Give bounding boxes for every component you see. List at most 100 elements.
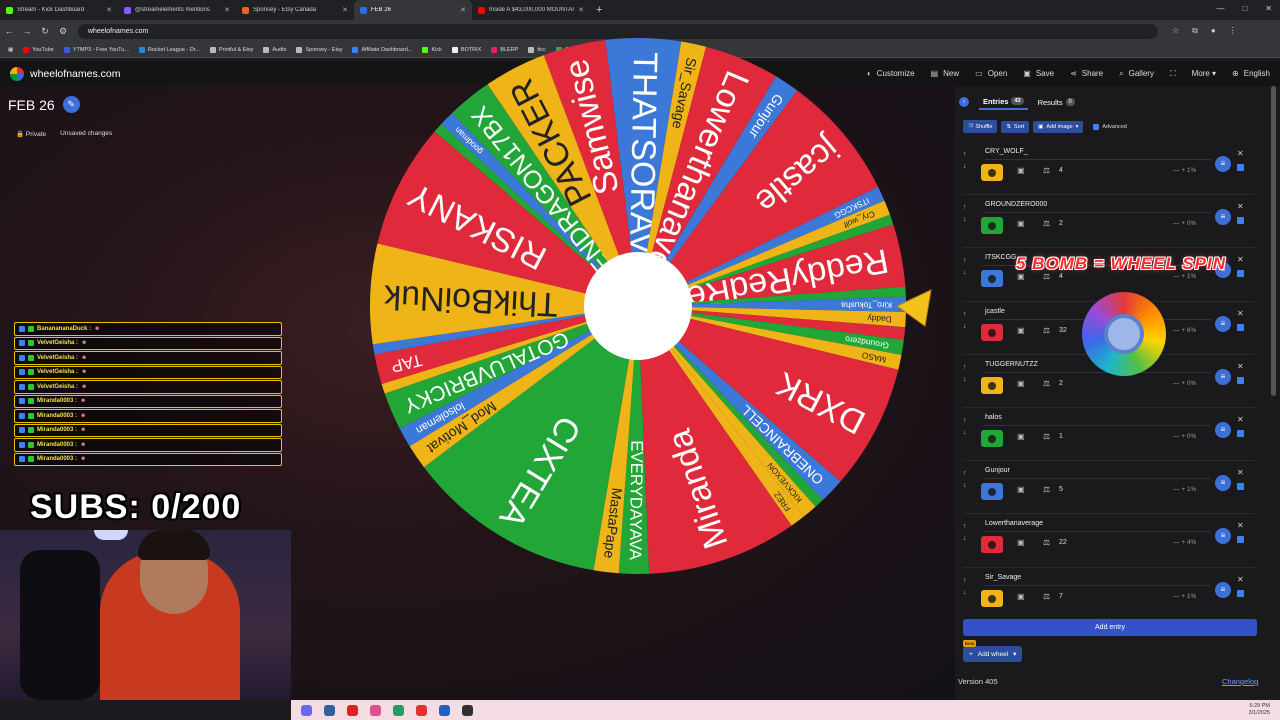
reorder-arrows-icon[interactable]: ↑ ↓: [963, 149, 967, 173]
entry-name-input[interactable]: CRY_WOLF_: [985, 148, 1211, 160]
shuffle-button[interactable]: ⤨ Shuffle: [963, 120, 998, 133]
forward-icon[interactable]: →: [18, 26, 36, 36]
advanced-toggle[interactable]: Advanced: [1093, 123, 1127, 130]
close-tab-icon[interactable]: ✕: [106, 6, 112, 14]
maximize-icon[interactable]: □: [1242, 4, 1247, 13]
edit-pencil-icon[interactable]: ✎: [62, 96, 80, 113]
delete-entry-icon[interactable]: ✕: [1237, 468, 1244, 477]
entry-weight[interactable]: 4: [1059, 273, 1063, 280]
bookmark-item[interactable]: YouTube: [23, 46, 54, 53]
taskbar-app-icon[interactable]: [324, 704, 335, 716]
entry-weight[interactable]: 32: [1059, 327, 1067, 334]
entry-name-input[interactable]: Sir_Savage: [985, 574, 1211, 586]
profile-icon[interactable]: ●: [1211, 26, 1216, 36]
tab-entries[interactable]: Entries 43: [979, 95, 1028, 110]
wheel-svg[interactable]: THATSORAVEN Sir_SavageLowerthanaverageGun…: [368, 36, 908, 576]
entry-name-input[interactable]: halos: [985, 414, 1211, 426]
entry-percent-stepper[interactable]: — + 1%: [1173, 593, 1196, 600]
entry-options-icon[interactable]: ≡: [1215, 156, 1231, 172]
menu-item[interactable]: More ▾: [1192, 69, 1216, 78]
entry-enabled-checkbox[interactable]: [1237, 164, 1244, 171]
menu-item[interactable]: ⛶: [1170, 69, 1176, 79]
entry-percent-stepper[interactable]: — + 1%: [1173, 273, 1196, 280]
close-tab-icon[interactable]: ✕: [578, 6, 584, 14]
extensions-icon[interactable]: ⧉: [1192, 26, 1198, 36]
browser-tab[interactable]: Inside A $43,000,000 MOUNTAIN ✕: [472, 0, 590, 20]
entry-enabled-checkbox[interactable]: [1237, 429, 1244, 437]
menu-icon[interactable]: ⋮: [1229, 26, 1237, 36]
entry-percent-stepper[interactable]: — + 0%: [1173, 433, 1196, 440]
advanced-checkbox[interactable]: [1093, 123, 1100, 130]
wheel[interactable]: THATSORAVEN Sir_Savage Lowerthanaverage Gun…: [368, 36, 908, 576]
taskbar-app-icon[interactable]: [301, 704, 312, 716]
entry-weight[interactable]: 4: [1059, 167, 1063, 174]
menu-item[interactable]: ⌕ Gallery: [1119, 69, 1154, 79]
reorder-arrows-icon[interactable]: ↑ ↓: [963, 415, 967, 439]
entry-options-icon[interactable]: ≡: [1215, 475, 1231, 492]
new-tab-icon[interactable]: +: [596, 4, 602, 16]
bookmark-item[interactable]: YTMP3 - Free YouTu...: [63, 46, 129, 53]
privacy-label[interactable]: 🔒 Private: [16, 130, 46, 138]
delete-entry-icon[interactable]: ✕: [1237, 362, 1244, 371]
browser-tab[interactable]: FEB 26 ✕: [354, 0, 472, 20]
entry-enabled-checkbox[interactable]: [1237, 270, 1244, 278]
bookmark-item[interactable]: Printful & Etsy: [209, 46, 253, 53]
reorder-arrows-icon[interactable]: ↑ ↓: [963, 468, 967, 492]
bookmark-item[interactable]: Rocket League - Dr...: [138, 46, 200, 53]
entry-percent-stepper[interactable]: — + 0%: [1173, 220, 1196, 227]
entry-options-icon[interactable]: ≡: [1215, 209, 1231, 226]
taskbar-app-icon[interactable]: [370, 704, 381, 716]
entry-weight[interactable]: 2: [1059, 380, 1063, 387]
add-image-button[interactable]: ▣ Add image ▾: [1033, 120, 1084, 133]
entry-options-icon[interactable]: ≡: [1215, 581, 1231, 598]
entry-name-input[interactable]: Gunjour: [985, 467, 1211, 480]
taskbar-app-icon[interactable]: [416, 704, 427, 716]
reorder-arrows-icon[interactable]: ↑ ↓: [963, 362, 967, 386]
entry-name-input[interactable]: Lowerthanaverage: [985, 520, 1211, 533]
entry-enabled-checkbox[interactable]: [1237, 536, 1244, 544]
back-icon[interactable]: ←: [0, 26, 18, 36]
reorder-arrows-icon[interactable]: ↑ ↓: [963, 575, 967, 599]
site-info-icon[interactable]: ⚙: [54, 26, 72, 37]
entry-percent-stepper[interactable]: — + 6%: [1173, 327, 1196, 334]
entry-image-icon[interactable]: ▣: [1017, 432, 1025, 441]
entry-image-icon[interactable]: ▣: [1017, 592, 1025, 601]
menu-item[interactable]: ▭ Open: [975, 69, 1007, 78]
delete-entry-icon[interactable]: ✕: [1237, 415, 1244, 424]
taskbar-app-icon[interactable]: [462, 704, 473, 716]
entry-options-icon[interactable]: ≡: [1215, 315, 1231, 332]
entry-image-icon[interactable]: ▣: [1017, 219, 1025, 228]
close-icon[interactable]: ✕: [1265, 4, 1272, 13]
taskbar-app-icon[interactable]: [393, 704, 404, 716]
wheel-center-hub[interactable]: [584, 252, 692, 360]
tab-results[interactable]: Results 0: [1034, 96, 1079, 109]
close-tab-icon[interactable]: ✕: [224, 6, 230, 14]
menu-item[interactable]: ⊕ English: [1232, 69, 1270, 78]
entry-color-swatch[interactable]: [981, 164, 1003, 181]
reorder-arrows-icon[interactable]: ↑ ↓: [963, 309, 967, 333]
menu-item[interactable]: ⋖ Share: [1070, 69, 1103, 78]
apps-grid-icon[interactable]: ▦: [8, 47, 13, 53]
entry-percent-stepper[interactable]: — + 4%: [1173, 539, 1196, 546]
entry-weight[interactable]: 2: [1059, 220, 1063, 227]
entry-color-swatch[interactable]: [981, 589, 1003, 607]
collapse-panel-button[interactable]: ›: [955, 95, 973, 109]
entry-enabled-checkbox[interactable]: [1237, 589, 1244, 597]
taskbar-app-icon[interactable]: [347, 704, 358, 716]
entry-color-swatch[interactable]: [981, 270, 1003, 288]
close-tab-icon[interactable]: ✕: [460, 6, 466, 14]
entry-enabled-checkbox[interactable]: [1237, 483, 1244, 491]
entry-percent-stepper[interactable]: — + 1%: [1173, 486, 1196, 493]
entry-enabled-checkbox[interactable]: [1237, 217, 1244, 225]
bookmark-star-icon[interactable]: ☆: [1172, 26, 1179, 36]
menu-item[interactable]: ▣ Save: [1023, 69, 1054, 78]
taskbar-app-icon[interactable]: [439, 704, 450, 716]
reorder-arrows-icon[interactable]: ↑ ↓: [963, 255, 967, 279]
entry-image-icon[interactable]: ▣: [1017, 326, 1025, 335]
site-logo[interactable]: wheelofnames.com: [10, 66, 120, 81]
entry-weight[interactable]: 5: [1059, 486, 1063, 493]
browser-tab[interactable]: Sponsey - Etsy Canada ✕: [236, 0, 354, 20]
entry-image-icon[interactable]: ▣: [1017, 379, 1025, 388]
sort-button[interactable]: ⇅ Sort: [1001, 120, 1030, 133]
add-wheel-button[interactable]: + Add wheel ▾: [963, 646, 1023, 662]
